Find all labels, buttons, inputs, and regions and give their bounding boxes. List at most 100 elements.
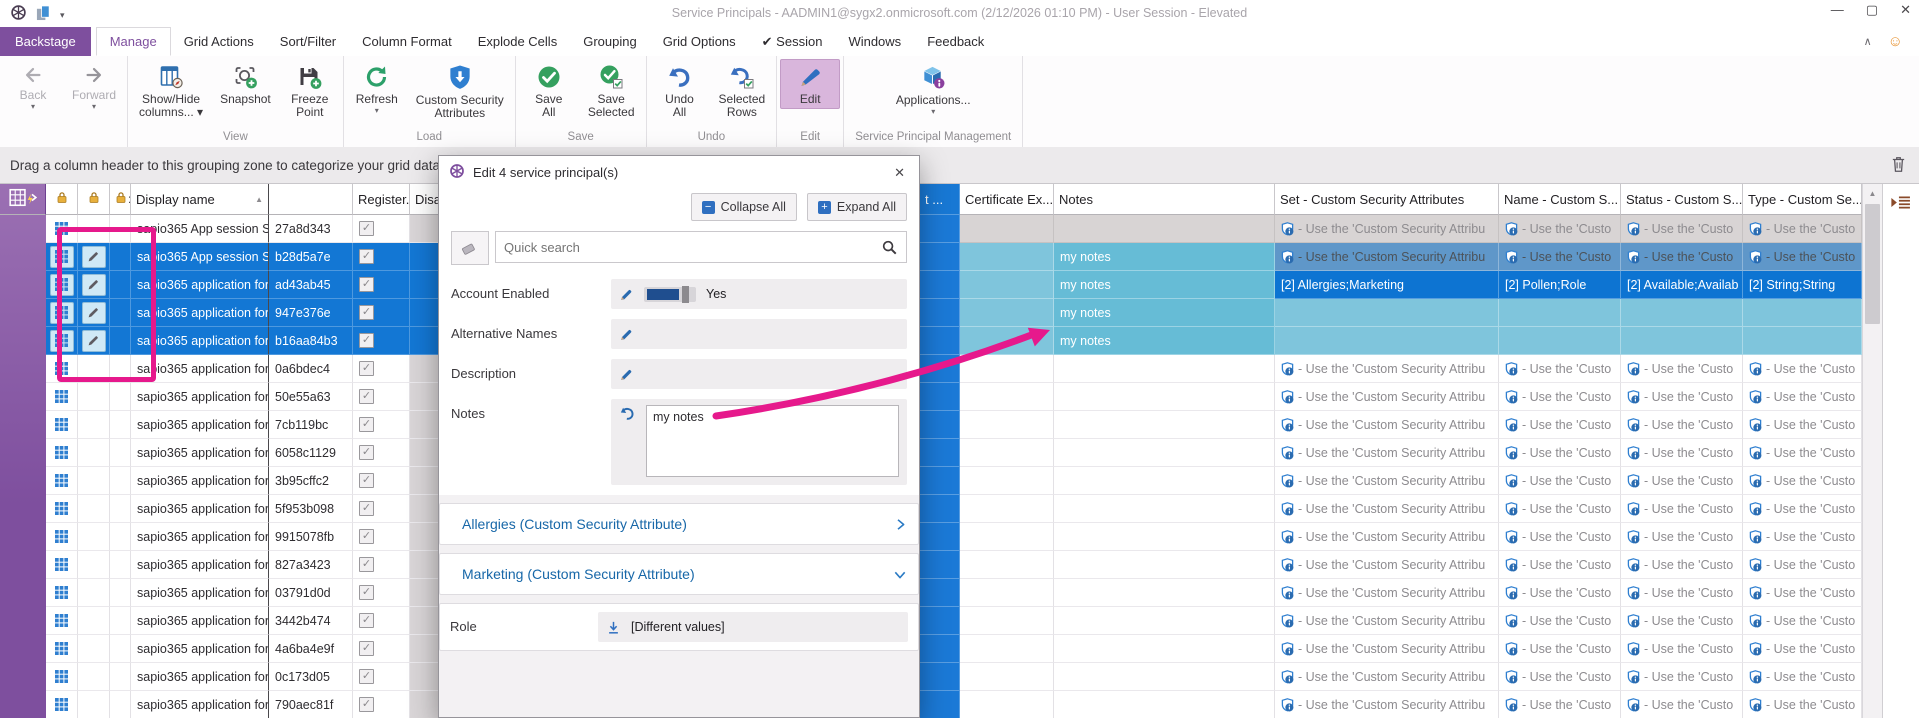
cell-notes[interactable] [1054,607,1275,635]
ribbon-button-forward[interactable]: Forward▾ [64,59,124,114]
cell-type-csa[interactable]: - Use the 'Custo [1743,523,1862,551]
ribbon-button-save-selected[interactable]: Save Selected [580,59,643,122]
cell-certificate[interactable] [960,411,1054,439]
cell-type-csa[interactable]: - Use the 'Custo [1743,663,1862,691]
cell-id[interactable]: 9915078fb [269,523,353,551]
scroll-up-arrow[interactable]: ▲ [1863,184,1882,202]
cell-name-csa[interactable] [1499,299,1621,327]
cell-notes[interactable] [1054,523,1275,551]
cell-certificate[interactable] [960,635,1054,663]
cell-notes[interactable] [1054,215,1275,243]
row-drag-handle[interactable] [46,327,78,355]
cell-status-csa[interactable]: [2] Available;Availab [1621,271,1743,299]
section-marketing-custom-security-attribute[interactable]: Marketing (Custom Security Attribute) [439,553,919,595]
cell-registered[interactable]: ✓ [353,495,410,523]
cell-registered[interactable]: ✓ [353,607,410,635]
column-header-lock-2[interactable] [78,184,110,215]
download-icon[interactable] [606,620,621,635]
ribbon-button-freeze-point[interactable]: Freeze Point [280,59,340,122]
cell-name-csa[interactable]: - Use the 'Custo [1499,411,1621,439]
cell-status-csa[interactable]: - Use the 'Custo [1621,691,1743,718]
cell-type-csa[interactable]: - Use the 'Custo [1743,579,1862,607]
ribbon-button-selected-rows[interactable]: Selected Rows [711,59,774,122]
row-flag-cell[interactable] [110,523,131,551]
cell-certificate[interactable] [960,467,1054,495]
cell-selected-column[interactable] [920,467,960,495]
cell-certificate[interactable] [960,663,1054,691]
tab-column-format[interactable]: Column Format [349,27,465,56]
cell-certificate[interactable] [960,579,1054,607]
cell-status-csa[interactable]: - Use the 'Custo [1621,663,1743,691]
ribbon-button-edit[interactable]: Edit [780,59,840,109]
cell-type-csa[interactable]: - Use the 'Custo [1743,691,1862,718]
cell-notes[interactable] [1054,383,1275,411]
cell-registered[interactable]: ✓ [353,243,410,271]
cell-certificate[interactable] [960,691,1054,718]
cell-id[interactable]: 4a6ba4e9f [269,635,353,663]
row-drag-handle[interactable] [46,299,78,327]
cell-status-csa[interactable]: - Use the 'Custo [1621,215,1743,243]
cell-id[interactable]: 947e376e [269,299,353,327]
column-header-status-csa[interactable]: Status - Custom S... [1621,184,1743,215]
tab-backstage[interactable]: Backstage [0,27,91,56]
tab-grouping[interactable]: Grouping [570,27,649,56]
quick-access-caret-icon[interactable]: ▾ [60,10,65,21]
cell-display-name[interactable]: sapio365 application for Bi [131,299,269,327]
close-button[interactable]: ✕ [1900,2,1911,18]
cell-display-name[interactable]: sapio365 App session SR [131,243,269,271]
cell-certificate[interactable] [960,355,1054,383]
cell-set-csa[interactable]: - Use the 'Custom Security Attribu [1275,523,1499,551]
cell-name-csa[interactable]: - Use the 'Custo [1499,607,1621,635]
cell-name-csa[interactable]: - Use the 'Custo [1499,439,1621,467]
cell-certificate[interactable] [960,327,1054,355]
cell-display-name[interactable]: sapio365 application for So [131,663,269,691]
cell-status-csa[interactable]: - Use the 'Custo [1621,551,1743,579]
row-drag-handle[interactable] [46,663,78,691]
cell-id[interactable]: ad43ab45 [269,271,353,299]
column-header-selected-column[interactable]: t ... [920,184,960,215]
cell-id[interactable]: b16aa84b3 [269,327,353,355]
cell-set-csa[interactable] [1275,299,1499,327]
cell-id[interactable]: 7cb119bc [269,411,353,439]
cell-status-csa[interactable]: - Use the 'Custo [1621,355,1743,383]
cell-notes[interactable]: my notes [1054,299,1275,327]
cell-name-csa[interactable]: - Use the 'Custo [1499,355,1621,383]
cell-certificate[interactable] [960,551,1054,579]
cell-id[interactable]: 50e55a63 [269,383,353,411]
trash-icon[interactable] [1890,155,1907,177]
cell-id[interactable]: 5f953b098 [269,495,353,523]
feedback-smiley-icon[interactable]: ☺ [1888,33,1903,50]
cell-id[interactable]: 0a6bdec4 [269,355,353,383]
cell-id[interactable]: b28d5a7e [269,243,353,271]
cell-display-name[interactable]: sapio365 application for La [131,523,269,551]
cell-selected-column[interactable] [920,439,960,467]
cell-selected-column[interactable] [920,607,960,635]
cell-id[interactable]: 27a8d343 [269,215,353,243]
app-logo-icon[interactable] [10,4,27,26]
cell-notes[interactable] [1054,635,1275,663]
row-drag-handle[interactable] [46,383,78,411]
cell-notes[interactable]: my notes [1054,271,1275,299]
cell-certificate[interactable] [960,215,1054,243]
cell-certificate[interactable] [960,243,1054,271]
row-flag-cell[interactable] [110,607,131,635]
cell-display-name[interactable]: sapio365 application for Bi [131,383,269,411]
cell-registered[interactable]: ✓ [353,551,410,579]
tab-manage[interactable]: Manage [96,27,171,56]
vertical-scrollbar[interactable]: ▲ [1862,184,1882,718]
edit-pencil-icon[interactable] [619,287,634,302]
cell-certificate[interactable] [960,523,1054,551]
cell-status-csa[interactable]: - Use the 'Custo [1621,607,1743,635]
cell-registered[interactable]: ✓ [353,467,410,495]
row-drag-handle[interactable] [46,355,78,383]
cell-notes[interactable]: my notes [1054,243,1275,271]
cell-notes[interactable] [1054,551,1275,579]
notes-textarea[interactable] [646,405,899,477]
cell-certificate[interactable] [960,383,1054,411]
tab-grid-options[interactable]: Grid Options [650,27,749,56]
cell-notes[interactable] [1054,439,1275,467]
cell-selected-column[interactable] [920,355,960,383]
cell-display-name[interactable]: sapio365 application for Pa [131,607,269,635]
cell-name-csa[interactable]: - Use the 'Custo [1499,383,1621,411]
cell-selected-column[interactable] [920,551,960,579]
